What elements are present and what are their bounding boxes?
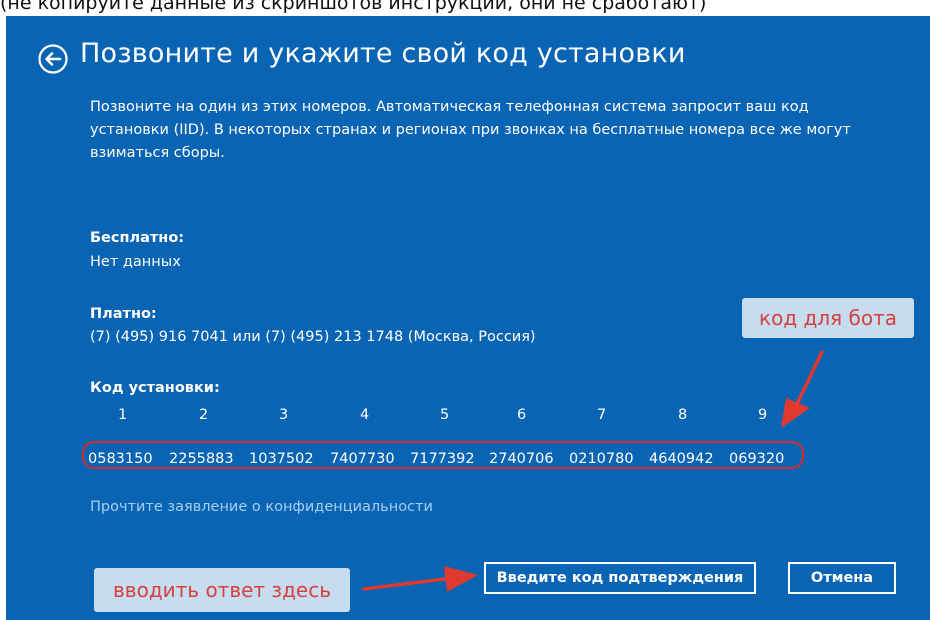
enter-answer-callout: вводить ответ здесь (94, 568, 350, 612)
privacy-link[interactable]: Прочтите заявление о конфиденциальности (90, 499, 433, 515)
group-numbers: 1 2 3 4 5 6 7 8 9 (90, 407, 810, 429)
install-code-group: 0210780 (569, 451, 634, 467)
install-code-group: 4640942 (649, 451, 714, 467)
intro-text: Позвоните на один из этих номеров. Автом… (90, 99, 851, 161)
bot-code-callout: код для бота (742, 298, 914, 338)
group-number: 3 (279, 407, 289, 423)
install-code-group: 069320 (729, 451, 785, 467)
group-number: 2 (199, 407, 209, 423)
enter-confirmation-code-button[interactable]: Введите код подтверждения (484, 562, 756, 594)
group-number: 7 (597, 407, 607, 423)
paid-value: (7) (495) 916 7041 или (7) (495) 213 174… (90, 329, 536, 345)
free-value: Нет данных (90, 254, 181, 270)
group-number: 1 (118, 407, 128, 423)
cancel-button[interactable]: Отмена (788, 562, 896, 594)
instruction-caption: (не копируйте данные из скриншотов инстр… (0, 0, 707, 14)
group-number: 8 (678, 407, 688, 423)
install-code-group: 1037502 (249, 451, 314, 467)
install-code-group: 2740706 (489, 451, 554, 467)
group-number: 6 (517, 407, 527, 423)
install-code-highlight: 0583150 2255883 1037502 7407730 7177392 … (82, 441, 804, 469)
install-code-group: 7407730 (330, 451, 395, 467)
install-code-label: Код установки: (90, 380, 220, 396)
install-code-group: 2255883 (169, 451, 234, 467)
install-code-group: 0583150 (88, 451, 153, 467)
group-number: 5 (440, 407, 450, 423)
back-arrow-icon[interactable] (37, 43, 69, 75)
page-title: Позвоните и укажите свой код установки (80, 38, 686, 69)
group-number: 4 (360, 407, 370, 423)
install-code-group: 7177392 (410, 451, 475, 467)
free-label: Бесплатно: (90, 230, 185, 246)
group-number: 9 (758, 407, 768, 423)
paid-label: Платно: (90, 306, 157, 322)
